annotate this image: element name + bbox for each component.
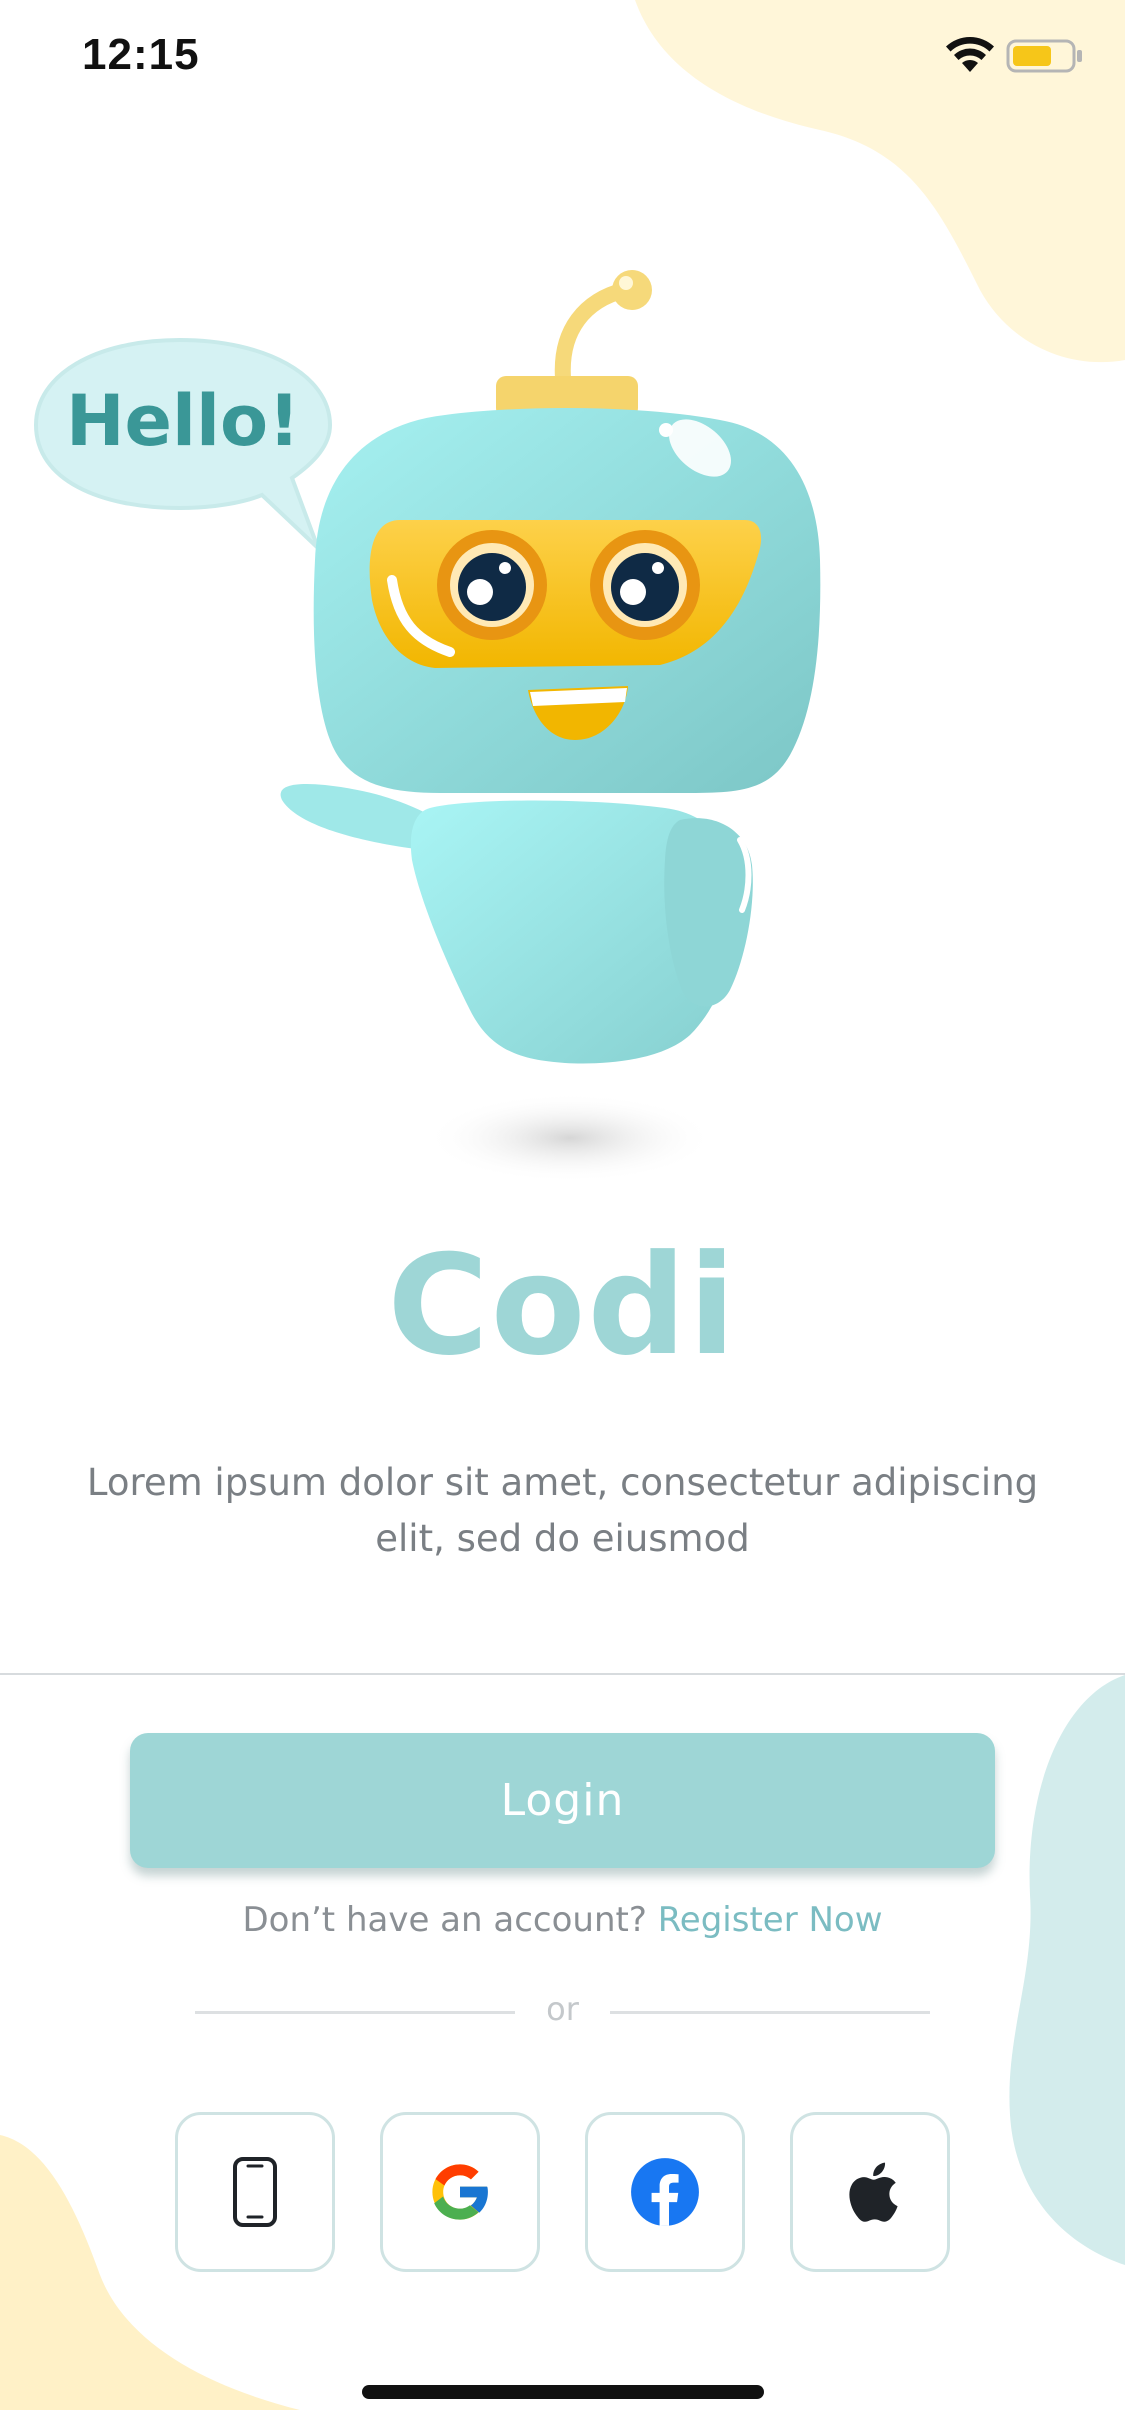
robot-mascot-illustration: Hello! <box>33 270 821 1183</box>
phone-icon <box>233 2157 277 2227</box>
facebook-login-button[interactable] <box>585 2112 745 2272</box>
app-title: Codi <box>387 1225 738 1386</box>
speech-bubble: Hello! <box>33 337 333 550</box>
register-prompt: Don’t have an account? <box>242 1900 647 1940</box>
google-login-button[interactable] <box>380 2112 540 2272</box>
apple-icon <box>849 2162 898 2222</box>
login-button-label: Login <box>500 1775 625 1826</box>
register-now-link[interactable]: Register Now <box>658 1900 883 1940</box>
battery-icon <box>1006 39 1082 73</box>
apple-login-button[interactable] <box>790 2112 950 2272</box>
antenna <box>554 282 633 386</box>
home-indicator <box>362 2385 764 2399</box>
register-row: Don’t have an account? Register Now <box>0 1900 1125 1940</box>
right-eye <box>590 530 700 640</box>
phone-login-button[interactable] <box>175 2112 335 2272</box>
tagline-line-1: Lorem ipsum dolor sit amet, consectetur … <box>86 1461 1039 1504</box>
section-divider <box>0 1673 1125 1675</box>
status-bar: 12:15 <box>0 0 1125 120</box>
social-login-row <box>175 2112 950 2272</box>
tagline-line-2: elit, sed do eiusmod <box>375 1517 750 1560</box>
wifi-icon <box>946 36 994 72</box>
tagline: Lorem ipsum dolor sit amet, consectetur … <box>80 1455 1045 1567</box>
login-button[interactable]: Login <box>130 1733 995 1868</box>
or-label: or <box>546 1990 579 2028</box>
or-separator: or <box>195 1990 930 2034</box>
right-teal-blob <box>1009 1675 1125 2265</box>
status-time: 12:15 <box>82 30 200 79</box>
facebook-icon <box>631 2158 699 2226</box>
or-line-right <box>610 2011 930 2014</box>
mascot-shadow <box>425 1093 715 1183</box>
google-icon <box>432 2164 490 2220</box>
speech-bubble-text: Hello! <box>66 380 300 462</box>
left-eye <box>437 530 547 640</box>
